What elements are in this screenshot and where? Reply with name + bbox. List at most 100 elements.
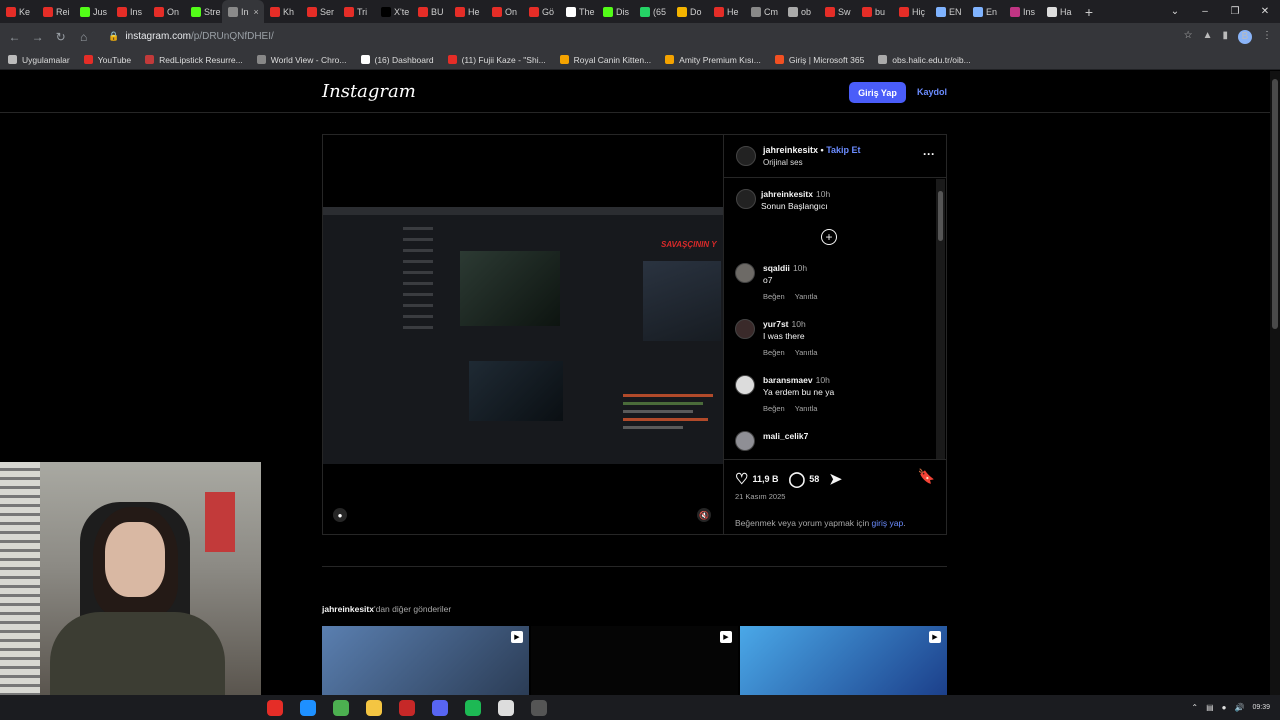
browser-tab[interactable]: In × (222, 0, 264, 23)
bookmark-item[interactable]: obs.halic.edu.tr/oib... (878, 55, 971, 65)
opera-app-icon[interactable] (267, 699, 283, 716)
comment-like-button[interactable]: Beğen (763, 348, 785, 357)
comments-scrollbar[interactable] (936, 179, 945, 459)
mute-icon[interactable]: 🔇 (697, 508, 711, 522)
menu-icon[interactable]: ⋮ (1262, 30, 1272, 44)
bookmark-star-icon[interactable]: ☆ (1184, 30, 1193, 44)
more-options-icon[interactable]: ··· (923, 147, 935, 161)
login-note-link[interactable]: giriş yap (872, 518, 904, 528)
tagged-people-icon[interactable]: ● (333, 508, 347, 522)
commenter-avatar[interactable] (735, 431, 755, 451)
share-icon[interactable]: ➤ (829, 470, 842, 488)
close-window-icon[interactable]: ✕ (1250, 6, 1280, 17)
forward-icon[interactable]: → (31, 30, 44, 44)
browser-tab[interactable]: BU (412, 0, 449, 23)
clock[interactable]: 09:39 (1252, 703, 1270, 712)
obs-app-icon[interactable] (531, 699, 547, 716)
browser-tab[interactable]: Ins (111, 0, 148, 23)
new-tab-button[interactable]: + (1078, 4, 1100, 20)
extensions-icon[interactable]: ▲ (1203, 30, 1213, 44)
bookmark-item[interactable]: World View - Chro... (256, 55, 347, 65)
browser-tab[interactable]: Ke (0, 0, 37, 23)
browser-tab[interactable]: On (148, 0, 185, 23)
browser-tab[interactable]: Ser (301, 0, 338, 23)
network-icon[interactable]: ▤ (1206, 703, 1214, 712)
bookmark-item[interactable]: (16) Dashboard (360, 55, 434, 65)
audio-label[interactable]: Orijinal ses (763, 158, 803, 167)
bookmark-item[interactable]: Uygulamalar (8, 55, 70, 65)
browser-tab[interactable]: X'te (375, 0, 412, 23)
comment-like-button[interactable]: Beğen (763, 404, 785, 413)
comment-username[interactable]: sqaldii (763, 263, 790, 273)
like-icon[interactable]: ♡ (735, 470, 748, 488)
author-username[interactable]: jahreinkesitx (763, 145, 818, 155)
caption-username[interactable]: jahreinkesitx (761, 189, 813, 199)
steam-app-icon[interactable] (498, 699, 514, 716)
author-avatar[interactable] (736, 146, 756, 166)
browser-tab[interactable]: Ha (1041, 0, 1078, 23)
maximize-icon[interactable]: ❐ (1220, 6, 1250, 17)
chrome-app-icon[interactable] (333, 699, 349, 716)
browser-tab[interactable]: Kh (264, 0, 301, 23)
tray-chevron-icon[interactable]: ⌃ (1191, 703, 1198, 712)
more-posts-username[interactable]: jahreinkesitx (322, 604, 374, 614)
browser-tab[interactable]: He (449, 0, 486, 23)
discord-app-icon[interactable] (432, 699, 448, 716)
bookmark-item[interactable]: YouTube (83, 55, 131, 65)
follow-button[interactable]: Takip Et (826, 145, 860, 155)
browser-tab[interactable]: (65 (634, 0, 671, 23)
save-icon[interactable]: 🔖 (918, 468, 935, 485)
commenter-avatar[interactable] (735, 375, 755, 395)
comment-reply-button[interactable]: Yanıtla (795, 292, 818, 301)
mic-icon[interactable]: ● (1222, 703, 1227, 712)
browser-tab[interactable]: EN (930, 0, 967, 23)
spotify-app-icon[interactable] (465, 699, 481, 716)
comment-username[interactable]: baransmaev (763, 375, 813, 385)
browser-tab[interactable]: bu (856, 0, 893, 23)
minimize-icon[interactable]: – (1190, 6, 1220, 17)
browser-tab[interactable]: He (708, 0, 745, 23)
back-icon[interactable]: ← (8, 30, 21, 44)
commenter-avatar[interactable] (735, 319, 755, 339)
instagram-logo[interactable]: Instagram (322, 81, 416, 102)
comment-username[interactable]: mali_celik7 (763, 431, 808, 441)
more-post-thumb[interactable]: ▶ (322, 626, 529, 695)
add-icon[interactable]: + (821, 229, 837, 245)
comment-icon[interactable]: ◯ (788, 470, 805, 488)
browser-tab[interactable]: Hiç (893, 0, 930, 23)
profile-avatar[interactable]: B (1238, 29, 1252, 44)
comment-username[interactable]: yur7st (763, 319, 789, 329)
close-tab-icon[interactable]: × (254, 7, 259, 17)
more-post-thumb[interactable]: ▶ (740, 626, 947, 695)
browser-tab[interactable]: The (560, 0, 597, 23)
browser-tab[interactable]: Sw (819, 0, 856, 23)
bookmark-item[interactable]: (11) Fujii Kaze - "Shi... (447, 55, 546, 65)
commenter-avatar[interactable] (735, 263, 755, 283)
browser-tab[interactable]: En (967, 0, 1004, 23)
bookmark-item[interactable]: RedLipstick Resurre... (145, 55, 243, 65)
home-icon[interactable]: ⌂ (77, 30, 90, 44)
browser-tab[interactable]: Gö (523, 0, 560, 23)
browser-tab[interactable]: Rei (37, 0, 74, 23)
login-button[interactable]: Giriş Yap (849, 82, 906, 103)
browser-tab[interactable]: Dis (597, 0, 634, 23)
more-post-thumb[interactable]: ▶ (531, 626, 738, 695)
reload-icon[interactable]: ↻ (54, 30, 67, 44)
browser-tab[interactable]: Ins (1004, 0, 1041, 23)
volume-icon[interactable]: 🔊 (1235, 703, 1245, 712)
post-video[interactable]: SAVAŞÇININ Y ● 🔇 (323, 135, 723, 534)
browser-tab[interactable]: On (486, 0, 523, 23)
page-scrollbar[interactable] (1270, 71, 1280, 695)
browser-tab[interactable]: ob (782, 0, 819, 23)
voice-app-icon[interactable] (399, 699, 415, 716)
browser-tab[interactable]: Do (671, 0, 708, 23)
bookmark-item[interactable]: Amity Premium Kısı... (665, 55, 761, 65)
browser-tab[interactable]: Cm (745, 0, 782, 23)
browser-tab[interactable]: Jus (74, 0, 111, 23)
comment-reply-button[interactable]: Yanıtla (795, 348, 818, 357)
signup-link[interactable]: Kaydol (917, 87, 947, 97)
browser-tab[interactable]: Stre (185, 0, 222, 23)
bookmark-item[interactable]: Royal Canin Kitten... (559, 55, 651, 65)
bookmark-item[interactable]: Giriş | Microsoft 365 (774, 55, 864, 65)
files-app-icon[interactable] (366, 699, 382, 716)
